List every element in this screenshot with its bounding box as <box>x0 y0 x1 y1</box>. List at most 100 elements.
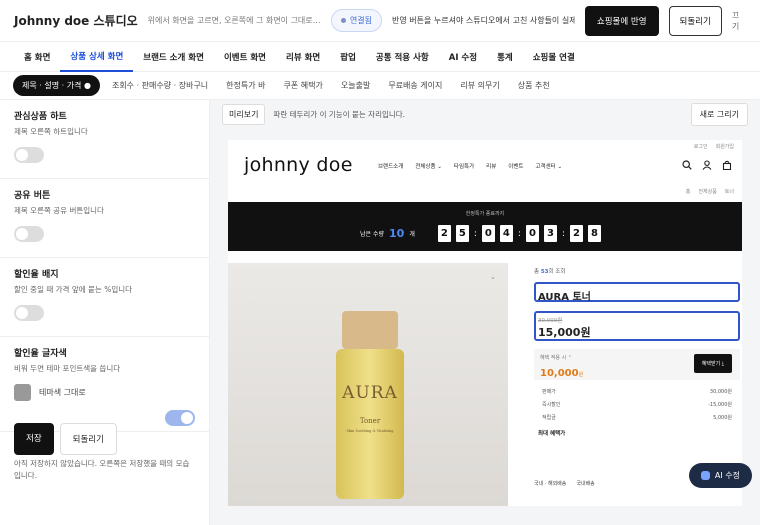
shop-nav: 브랜드소개 전체상품 ⌄ 타임특가 리뷰 이벤트 고객센터 ⌄ <box>378 162 562 170</box>
timer-row: 남은 수량 10 개 2 5 : 0 4 : 0 3 : 2 8 <box>360 225 601 242</box>
nav-item[interactable]: 리뷰 <box>486 162 496 170</box>
bottle-cap <box>342 311 398 349</box>
color-picker[interactable]: 테마색 그대로 <box>14 384 195 401</box>
setting-desc: 비워 두면 테마 포인트색을 씁니다 <box>14 364 121 373</box>
settings-panel: 관심상품 하트 제목 오른쪽 하트입니다 공유 버튼 제목 오른쪽 공유 버튼입… <box>0 100 210 525</box>
toggle-knob <box>16 149 28 161</box>
row-value: 5,000원 <box>713 415 732 421</box>
redraw-button[interactable]: 새로 그리기 <box>690 103 748 126</box>
color-swatch[interactable] <box>14 384 31 401</box>
nav-item[interactable]: 이벤트 <box>508 162 523 170</box>
view-count: 총 53회 조회 <box>534 267 740 275</box>
benefit-row: 판매가 30,000원 <box>534 385 740 398</box>
tab-home[interactable]: 홈 화면 <box>14 42 60 71</box>
extra-toggle[interactable] <box>165 410 195 426</box>
bottle-sub2: Skin Soothing & Vitalizing <box>346 429 394 433</box>
preview-bar: 미리보기 파란 테두리가 이 기능이 붙는 자리입니다. <box>210 100 760 128</box>
shipping-info: 국내 · 해외배송 국내배송 <box>534 480 595 487</box>
discount-badge-toggle[interactable] <box>14 305 44 321</box>
preview-tag: 미리보기 <box>222 103 266 125</box>
setting-share: 공유 버튼 제목 오른쪽 공유 버튼입니다 <box>0 179 209 258</box>
limited-offer-bar: 한정특가 종료까지 남은 수량 10 개 2 5 : 0 4 : 0 3 : 2… <box>228 202 742 251</box>
benefit-row: 적립금 5,000원 <box>534 411 740 424</box>
sub-tabs: 제목 · 설명 · 가격 ● 조회수 · 판매수량 · 장바구니 한정특가 바 … <box>0 72 760 100</box>
breadcrumb-item[interactable]: 홈 <box>686 188 691 195</box>
extra-toggle-wrap <box>165 410 195 426</box>
ship-value: 국내배송 <box>576 481 595 487</box>
tab-event[interactable]: 이벤트 화면 <box>214 42 276 71</box>
timer-digit: 0 <box>525 225 539 242</box>
subtab-coupon[interactable]: 쿠폰 혜택가 <box>278 75 329 96</box>
ai-edit-button[interactable]: AI 수정 <box>688 463 752 488</box>
search-icon[interactable] <box>682 160 692 170</box>
apply-to-shop-button[interactable]: 쇼핑몰에 반영 <box>584 5 659 36</box>
product-name: AURA 토너 <box>534 282 740 303</box>
tab-review[interactable]: 리뷰 화면 <box>276 42 330 71</box>
subtab-title-desc-price[interactable]: 제목 · 설명 · 가격 ● <box>13 75 100 96</box>
share-toggle[interactable] <box>14 226 44 242</box>
cart-icon[interactable] <box>722 160 732 170</box>
row-key: 적립금 <box>542 415 556 421</box>
shop-logo[interactable]: johnny doe <box>244 154 353 176</box>
setting-desc: 제목 오른쪽 공유 버튼입니다 <box>14 206 104 215</box>
subtab-recommend[interactable]: 상품 추천 <box>512 75 556 96</box>
nav-item[interactable]: 전체상품 ⌄ <box>415 162 442 170</box>
row-value: -15,000원 <box>708 402 732 408</box>
benefit-rows: 판매가 30,000원 즉시할인 -15,000원 적립금 5,000원 <box>534 385 740 424</box>
tab-popup[interactable]: 팝업 <box>330 42 366 71</box>
tab-shop-connect[interactable]: 쇼핑몰 연결 <box>523 42 585 71</box>
tab-stats[interactable]: 통계 <box>487 42 523 71</box>
nav-item[interactable]: 타임특가 <box>454 162 474 170</box>
row-key: 즉시할인 <box>542 402 561 408</box>
nav-item[interactable]: 브랜드소개 <box>378 162 403 170</box>
timer-digit: 5 <box>455 225 469 242</box>
subtab-today-ship[interactable]: 오늘출발 <box>335 75 376 96</box>
apply-notice: 반영 버튼을 누르셔야 스튜디오에서 고친 사항들이 실제로 … <box>392 16 575 25</box>
swatch-label: 테마색 그대로 <box>39 388 86 397</box>
view-prefix: 총 <box>534 269 540 275</box>
breadcrumb-item[interactable]: 전체상품 <box>698 188 716 195</box>
product-image[interactable]: ⌄ AURA Toner Skin Soothing & Vitalizing <box>228 263 508 506</box>
bottle-brand: AURA <box>342 383 398 403</box>
product-info: 총 53회 조회 AURA 토너 30,000원 15,000원 혜택 적용 시… <box>534 267 740 437</box>
get-benefit-button[interactable]: 혜택받기 ⤓ <box>693 354 732 373</box>
main-tabs: 홈 화면 상품 상세 화면 브랜드 소개 화면 이벤트 화면 리뷰 화면 팝업 … <box>0 42 760 72</box>
view-suffix: 회 조회 <box>548 269 566 275</box>
heart-toggle[interactable] <box>14 147 44 163</box>
setting-title: 관심상품 하트 <box>14 112 67 122</box>
chevron-down-icon[interactable]: ⌄ <box>490 273 496 281</box>
tab-product-detail[interactable]: 상품 상세 화면 <box>60 41 134 72</box>
subtab-free-ship[interactable]: 무료배송 게이지 <box>382 75 448 96</box>
save-bar: 저장 되돌리기 <box>14 423 117 455</box>
revert-settings-button[interactable]: 되돌리기 <box>59 423 117 455</box>
tab-brand[interactable]: 브랜드 소개 화면 <box>133 42 214 71</box>
nav-item[interactable]: 고객센터 ⌄ <box>535 162 562 170</box>
connection-badge: 연결됨 <box>330 9 383 32</box>
subtab-limited-bar[interactable]: 한정특가 바 <box>220 75 271 96</box>
save-note: 아직 저장하지 않았습니다. 오른쪽은 저장했을 때의 모습입니다. <box>14 459 190 480</box>
subtab-review[interactable]: 리뷰 의무기 <box>454 75 505 96</box>
close-button[interactable]: 끄기 <box>732 10 746 32</box>
timer-digit: 4 <box>499 225 513 242</box>
timer-colon: : <box>561 228 565 239</box>
subtab-views-sales-cart[interactable]: 조회수 · 판매수량 · 장바구니 <box>106 75 214 96</box>
ship-type: 국내 · 해외배송 <box>534 481 567 487</box>
tab-common[interactable]: 공통 적용 사항 <box>366 42 439 71</box>
signup-link[interactable]: 회원가입 <box>716 143 734 150</box>
studio-title: Johnny doe 스튜디오 <box>14 14 138 28</box>
breadcrumb-item[interactable]: 토너 <box>725 188 734 195</box>
benefit-row: 즉시할인 -15,000원 <box>534 398 740 411</box>
login-link[interactable]: 로그인 <box>694 143 708 150</box>
product-price-box: 30,000원 15,000원 <box>534 311 740 341</box>
save-button[interactable]: 저장 <box>14 423 54 455</box>
user-icon[interactable] <box>702 160 712 170</box>
max-benefit-title: 최대 혜택가 <box>538 431 566 437</box>
timer-digit: 2 <box>437 225 451 242</box>
benefit-unit: 원 <box>578 372 584 378</box>
tab-ai-edit[interactable]: AI 수정 <box>439 42 487 71</box>
setting-discount-badge: 할인율 배지 할인 중일 때 가격 앞에 붙는 %입니다 <box>0 258 209 337</box>
timer-digit: 8 <box>587 225 601 242</box>
revert-button[interactable]: 되돌리기 <box>668 5 722 36</box>
status-dot-icon <box>340 18 346 23</box>
sale-price: 15,000원 <box>538 326 591 339</box>
